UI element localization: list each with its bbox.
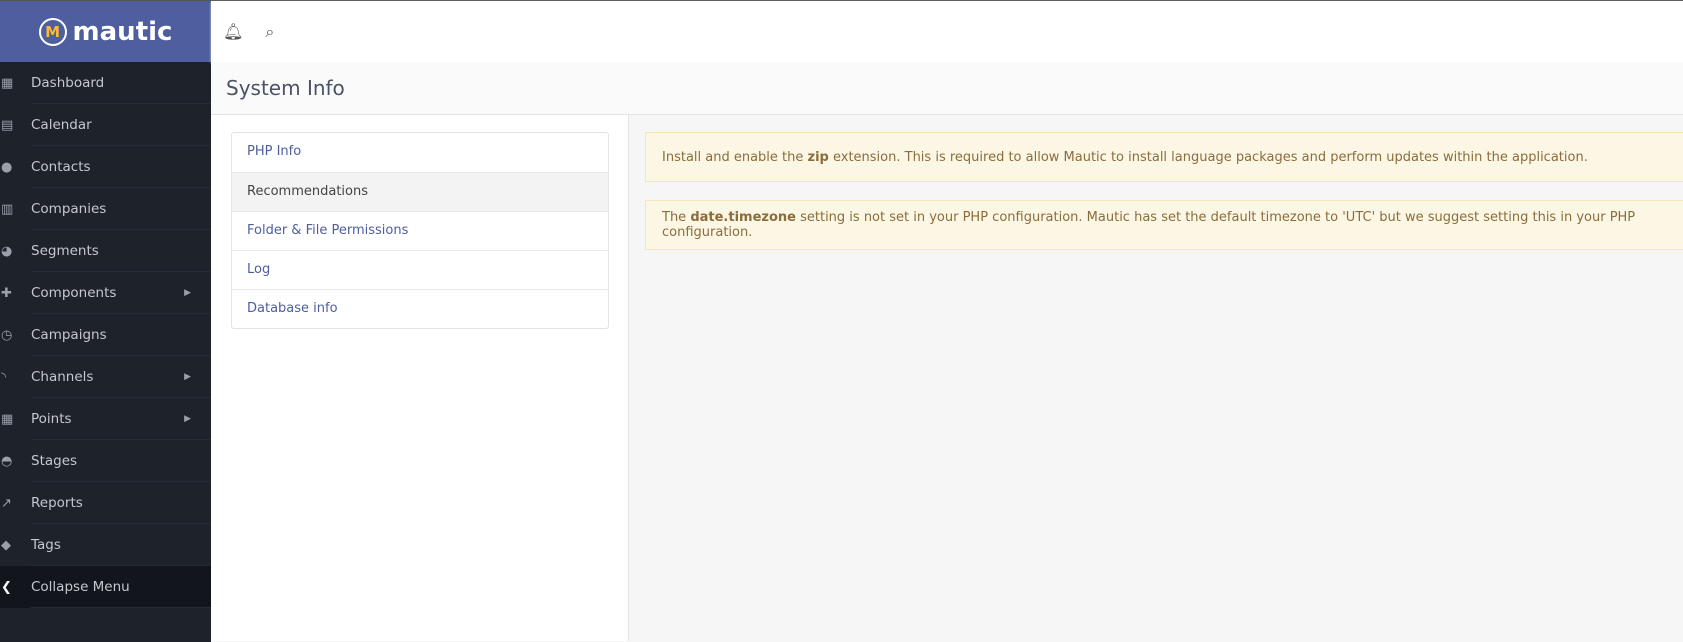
alert-text-pre: Install and enable the bbox=[662, 149, 808, 165]
sidebar-item-components[interactable]: ✚ Components ▶ bbox=[0, 272, 211, 314]
page-title: System Info bbox=[211, 62, 1683, 115]
sidebar-item-label: Companies bbox=[31, 201, 107, 217]
menu-item-recommendations[interactable]: Recommendations bbox=[232, 172, 608, 211]
sidebar-item-label: Points bbox=[31, 411, 72, 427]
sidebar-item-contacts[interactable]: ● Contacts bbox=[0, 146, 211, 188]
sidebar-item-channels[interactable]: ◝ Channels ▶ bbox=[0, 356, 211, 398]
alert-text: The date.timezone setting is not set in … bbox=[662, 210, 1667, 240]
calculator-icon: ▦ bbox=[1, 411, 14, 427]
warning-alert: The date.timezone setting is not set in … bbox=[645, 200, 1683, 250]
sidebar-item-tags[interactable]: ◆ Tags bbox=[0, 524, 211, 566]
sidebar-item-label: Channels bbox=[31, 369, 94, 385]
alert-text-post: extension. This is required to allow Mau… bbox=[828, 149, 1588, 165]
menu-item-folder-file-permissions[interactable]: Folder & File Permissions bbox=[232, 211, 608, 250]
clock-icon: ◷ bbox=[1, 327, 13, 343]
user-icon: ● bbox=[1, 159, 13, 175]
calendar-icon: ▤ bbox=[1, 117, 14, 133]
mautic-logo-icon: M bbox=[38, 17, 67, 46]
grid-icon: ▦ bbox=[1, 75, 14, 91]
sidebar-item-label: Campaigns bbox=[31, 327, 107, 343]
top-bar: 🔔︎ ⌕ bbox=[211, 1, 1683, 62]
puzzle-icon: ✚ bbox=[1, 285, 12, 301]
sidebar-item-reports[interactable]: ↗ Reports bbox=[0, 482, 211, 524]
alert-text-post: setting is not set in your PHP configura… bbox=[662, 210, 1636, 240]
menu-item-database-info[interactable]: Database info bbox=[232, 289, 608, 328]
sidebar-item-label: Reports bbox=[31, 495, 83, 511]
sidebar-item-companies[interactable]: ▥ Companies bbox=[0, 188, 211, 230]
caret-right-icon: ▶ bbox=[184, 372, 191, 382]
sidebar-item-label: Components bbox=[31, 285, 117, 301]
sidebar-item-dashboard[interactable]: ▦ Dashboard bbox=[0, 62, 211, 104]
line-chart-icon: ↗ bbox=[1, 495, 12, 511]
sidebar-item-label: Calendar bbox=[31, 117, 92, 133]
collapse-menu-button[interactable]: ❮ Collapse Menu bbox=[0, 566, 211, 608]
sidebar-item-points[interactable]: ▦ Points ▶ bbox=[0, 398, 211, 440]
tag-icon: ◆ bbox=[1, 537, 11, 553]
chevron-left-icon: ❮ bbox=[1, 579, 12, 595]
system-info-nav-panel: PHP Info Recommendations Folder & File Per… bbox=[211, 115, 629, 641]
search-icon[interactable]: ⌕ bbox=[265, 22, 274, 42]
sidebar: Mmautic ▦ Dashboard ▤ Calendar ● Contacts ▥ Com… bbox=[0, 1, 211, 642]
brand-name: mautic bbox=[72, 16, 173, 47]
alert-text-pre: The bbox=[662, 210, 691, 225]
bell-icon[interactable]: 🔔︎ bbox=[223, 22, 243, 41]
mautic-logo[interactable]: Mmautic bbox=[0, 1, 211, 62]
collapse-menu-label: Collapse Menu bbox=[31, 579, 130, 595]
tachometer-icon: ◓ bbox=[1, 453, 13, 469]
caret-right-icon: ▶ bbox=[184, 288, 191, 298]
sidebar-item-label: Tags bbox=[31, 537, 61, 553]
warning-alert: Install and enable the zip extension. Th… bbox=[645, 132, 1683, 182]
alert-emphasis: date.timezone bbox=[690, 210, 796, 225]
sidebar-item-label: Contacts bbox=[31, 159, 91, 175]
system-info-menu: PHP Info Recommendations Folder & File Per… bbox=[231, 132, 609, 329]
sidebar-item-label: Stages bbox=[31, 453, 78, 469]
menu-item-php-info[interactable]: PHP Info bbox=[232, 133, 608, 172]
building-icon: ▥ bbox=[1, 201, 14, 217]
sidebar-item-calendar[interactable]: ▤ Calendar bbox=[0, 104, 211, 146]
alert-text: Install and enable the zip extension. Th… bbox=[662, 150, 1588, 165]
caret-right-icon: ▶ bbox=[184, 414, 191, 424]
sidebar-item-label: Dashboard bbox=[31, 75, 105, 91]
rss-icon: ◝ bbox=[1, 369, 7, 385]
alert-emphasis: zip bbox=[807, 149, 829, 165]
menu-item-log[interactable]: Log bbox=[232, 250, 608, 289]
sidebar-item-stages[interactable]: ◓ Stages bbox=[0, 440, 211, 482]
pie-chart-icon: ◕ bbox=[1, 243, 13, 259]
sidebar-item-campaigns[interactable]: ◷ Campaigns bbox=[0, 314, 211, 356]
sidebar-item-segments[interactable]: ◕ Segments bbox=[0, 230, 211, 272]
sidebar-item-label: Segments bbox=[31, 243, 99, 259]
